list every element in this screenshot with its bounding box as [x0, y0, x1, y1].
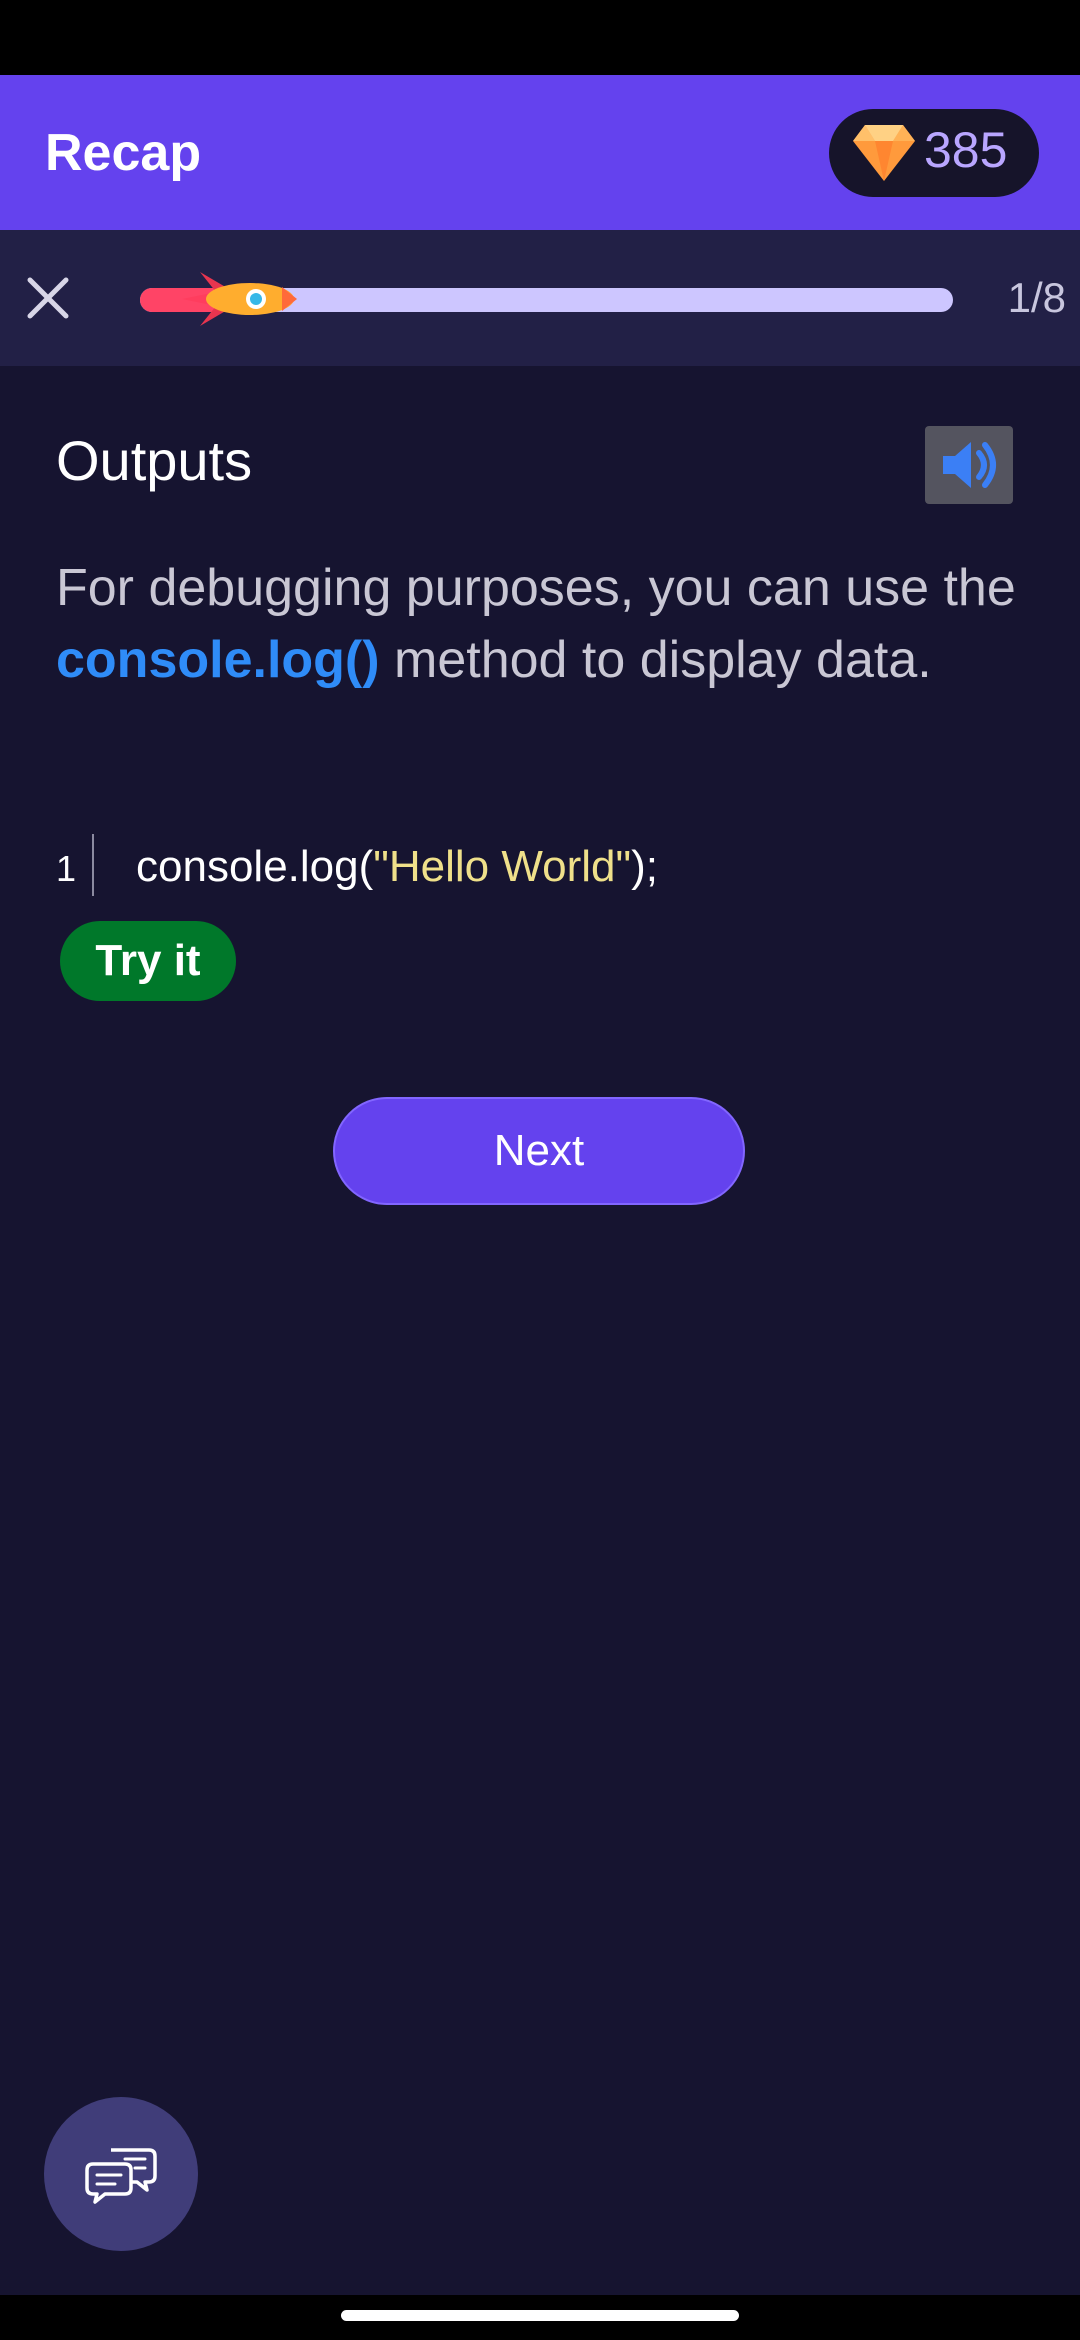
speaker-icon — [943, 442, 996, 488]
rocket-icon — [182, 272, 297, 326]
code-line: console.log("Hello World"); — [136, 842, 658, 892]
gem-count: 385 — [924, 122, 1008, 178]
gem-icon — [853, 125, 915, 181]
close-icon[interactable] — [22, 272, 74, 324]
code-gutter-divider — [92, 834, 94, 896]
code-call: console.log( — [136, 842, 374, 891]
screen: Recap 385 1/8 Outputs For debugging purp… — [0, 0, 1080, 2340]
lesson-progress-row: 1/8 — [0, 230, 1080, 366]
code-string: "Hello World" — [373, 842, 632, 891]
lesson-title: Outputs — [56, 429, 253, 492]
code-line-number: 1 — [56, 848, 77, 889]
inline-code-console-log: console.log() — [56, 631, 380, 689]
system-nav-bar — [0, 2295, 1080, 2340]
home-indicator[interactable] — [341, 2310, 739, 2321]
lesson-paragraph: For debugging purposes, you can use the … — [56, 552, 1024, 696]
paragraph-text-start: For debugging purposes, you can use the — [56, 559, 1016, 617]
progress-counter: 1/8 — [1007, 274, 1066, 321]
paragraph-text-end: method to display data. — [379, 631, 932, 689]
try-it-button[interactable]: Try it — [60, 921, 236, 1001]
page-title: Recap — [45, 124, 202, 182]
code-block: 1 console.log("Hello World"); — [56, 826, 1024, 906]
app-bar: Recap 385 — [0, 75, 1080, 230]
code-call-end: ); — [631, 842, 658, 891]
next-button[interactable]: Next — [333, 1097, 745, 1205]
chat-bubbles-icon — [85, 2148, 157, 2204]
status-bar — [0, 0, 1080, 75]
audio-button[interactable] — [925, 426, 1013, 504]
gem-balance[interactable]: 385 — [829, 109, 1039, 197]
chat-button[interactable] — [44, 2097, 198, 2251]
